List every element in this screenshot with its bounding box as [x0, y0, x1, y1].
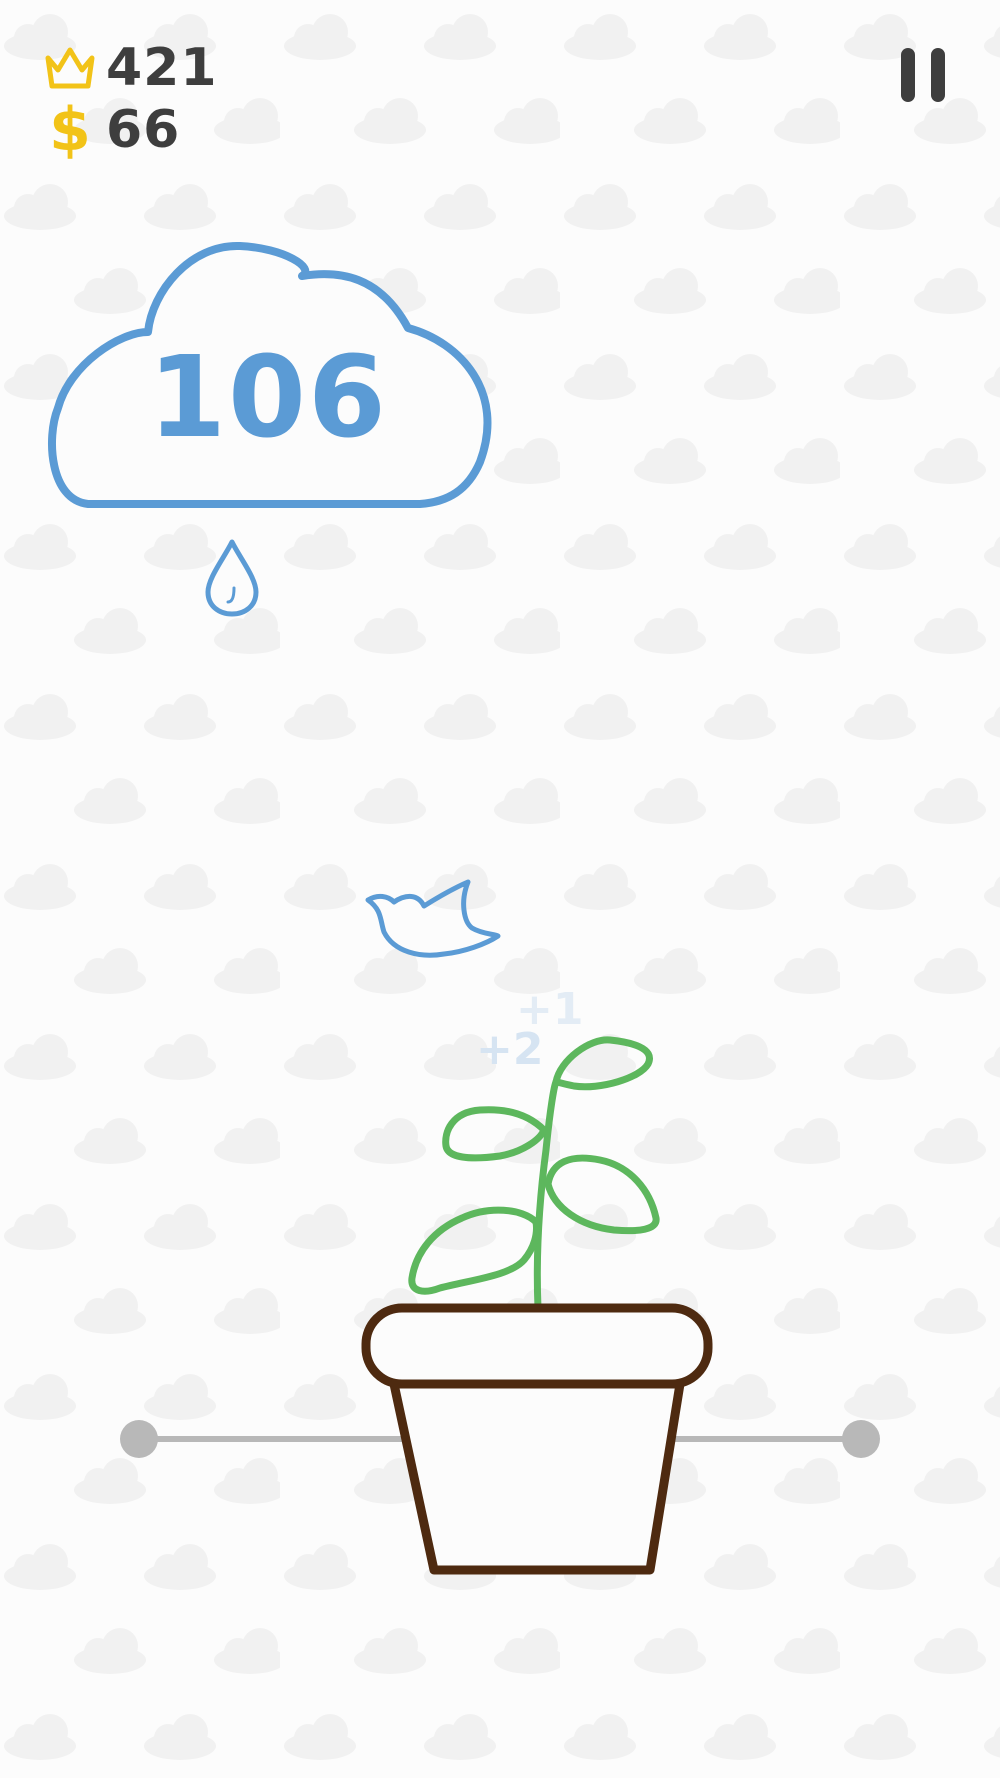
- coin-symbol: $: [49, 95, 91, 165]
- best-score-value: 421: [106, 38, 218, 98]
- crown-icon: [40, 38, 100, 98]
- dollar-icon: $: [40, 100, 100, 160]
- coin-count-value: 66: [106, 100, 181, 160]
- flower-pot-icon: [361, 1303, 713, 1575]
- bird-icon: [365, 879, 501, 958]
- water-drop-icon: [205, 539, 259, 617]
- best-score-display: 421: [40, 38, 218, 98]
- coin-display: $ 66: [40, 100, 180, 160]
- cloud-water-count: 106: [148, 333, 388, 463]
- sprout-icon: [408, 1036, 660, 1312]
- potted-plant[interactable]: [360, 1030, 720, 1590]
- slider-left-endpoint: [120, 1420, 158, 1458]
- slider-right-endpoint: [842, 1420, 880, 1458]
- rain-cloud: 106: [40, 232, 496, 512]
- pause-button[interactable]: [895, 44, 951, 106]
